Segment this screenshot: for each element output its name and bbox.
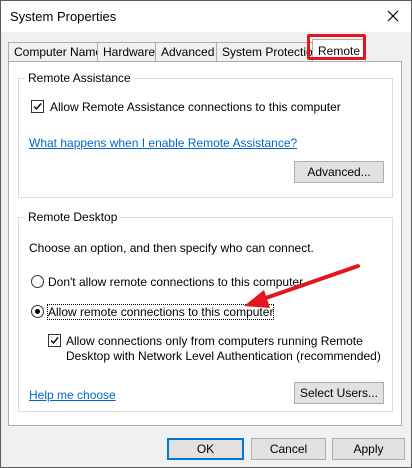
remote-assistance-checkbox[interactable] [31, 100, 44, 113]
tab-system-protection[interactable]: System Protection [216, 42, 319, 61]
remote-assistance-label[interactable]: Allow Remote Assistance connections to t… [50, 100, 341, 114]
cancel-button[interactable]: Cancel [251, 438, 326, 460]
apply-button[interactable]: Apply [332, 438, 405, 460]
nla-checkbox[interactable] [48, 334, 61, 347]
advanced-button[interactable]: Advanced... [294, 161, 384, 183]
allow-radio[interactable] [31, 305, 44, 318]
remote-desktop-legend: Remote Desktop [25, 210, 121, 224]
dont-allow-radio[interactable] [31, 275, 44, 288]
remote-desktop-intro: Choose an option, and then specify who c… [29, 241, 314, 255]
select-users-button[interactable]: Select Users... [294, 382, 384, 404]
title-bar: System Properties [1, 1, 411, 32]
close-icon[interactable] [383, 6, 403, 26]
help-me-choose-link[interactable]: Help me choose [29, 388, 116, 402]
remote-assistance-group: Remote Assistance Allow Remote Assistanc… [18, 71, 393, 198]
tab-advanced[interactable]: Advanced [155, 42, 217, 61]
tab-computer-name[interactable]: Computer Name [8, 42, 102, 61]
system-properties-window: System Properties Computer Name Hardware… [0, 0, 412, 468]
nla-label-line2[interactable]: Desktop with Network Level Authenticatio… [66, 349, 381, 363]
remote-tab-panel: Remote Assistance Allow Remote Assistanc… [8, 61, 402, 426]
remote-assistance-help-link[interactable]: What happens when I enable Remote Assist… [29, 136, 297, 150]
annotation-arrow-icon [244, 264, 360, 308]
checkmark-icon [50, 337, 59, 345]
remote-desktop-group: Remote Desktop Choose an option, and the… [18, 210, 393, 412]
remote-tab-highlight [307, 34, 366, 60]
window-title: System Properties [10, 9, 117, 24]
nla-label-line1[interactable]: Allow connections only from computers ru… [66, 334, 363, 348]
remote-assistance-legend: Remote Assistance [25, 71, 134, 85]
checkmark-icon [33, 103, 42, 111]
tab-hardware[interactable]: Hardware [97, 42, 156, 61]
ok-button[interactable]: OK [167, 438, 244, 460]
